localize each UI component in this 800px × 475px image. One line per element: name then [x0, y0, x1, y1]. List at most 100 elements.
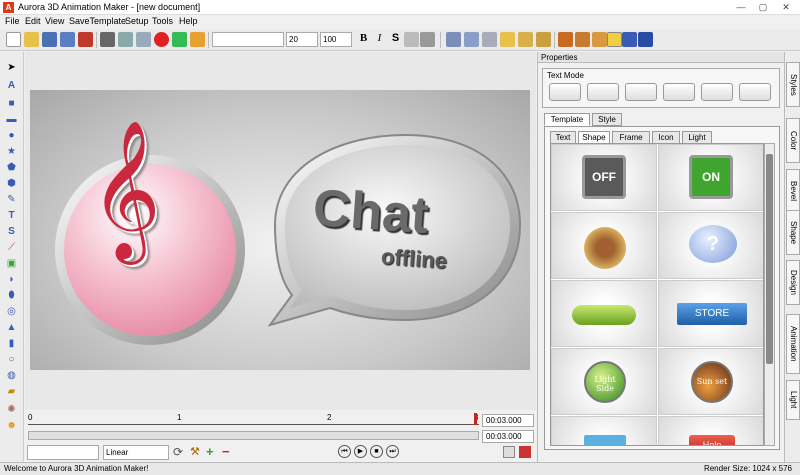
new-file-icon[interactable] — [6, 32, 21, 47]
underline-button[interactable]: S — [388, 32, 403, 47]
package-icon[interactable] — [536, 32, 551, 47]
line-icon[interactable]: ⟋ — [5, 242, 18, 253]
box-icon[interactable] — [518, 32, 533, 47]
text-mode-4[interactable] — [663, 83, 695, 101]
minimize-button[interactable]: — — [730, 1, 752, 13]
cut-icon[interactable] — [100, 32, 115, 47]
cube-side-icon[interactable] — [464, 32, 479, 47]
column-icon[interactable]: ▮ — [5, 338, 18, 349]
template-scrollbar[interactable] — [764, 143, 775, 446]
close-button[interactable]: ✕ — [775, 1, 797, 13]
template-thumb[interactable]: STORE — [658, 280, 763, 347]
text-mode-3[interactable] — [625, 83, 657, 101]
image-icon[interactable]: ▣ — [5, 258, 18, 269]
font-select[interactable] — [212, 32, 284, 47]
menu-setup[interactable]: Setup — [125, 16, 149, 26]
edit-pencil-icon[interactable] — [190, 32, 205, 47]
effect-icon[interactable]: ▰ — [5, 386, 18, 397]
menu-edit[interactable]: Edit — [25, 16, 41, 26]
bold-button[interactable]: B — [356, 32, 371, 47]
cube-gold-icon[interactable] — [500, 32, 515, 47]
smile-icon[interactable]: ☻ — [5, 420, 18, 431]
template-thumb[interactable]: Sun set — [658, 348, 763, 415]
text-mode-5[interactable] — [701, 83, 733, 101]
torus-icon[interactable]: ◎ — [5, 306, 18, 317]
template-thumb[interactable] — [551, 212, 657, 279]
open-folder-icon[interactable] — [24, 32, 39, 47]
font-size-select[interactable]: 20 — [286, 32, 318, 47]
side-tab-styles[interactable]: Styles — [786, 62, 800, 107]
menu-savetemplate[interactable]: SaveTemplate — [69, 16, 126, 26]
timeline-scrollbar[interactable] — [28, 431, 479, 440]
scroll-thumb[interactable] — [766, 154, 773, 364]
side-tab-animation[interactable]: Animation — [786, 314, 800, 374]
ring-icon[interactable]: ○ — [5, 354, 18, 365]
render-canvas[interactable]: 𝄞 Chat offline — [30, 90, 530, 370]
save-icon[interactable] — [42, 32, 57, 47]
add-keyframe-icon[interactable]: + — [206, 444, 214, 459]
tab-style[interactable]: Style — [592, 113, 622, 126]
text-t-tool-icon[interactable]: T — [5, 210, 18, 221]
rectangle-icon[interactable]: ■ — [5, 98, 18, 109]
star-icon[interactable]: ★ — [5, 146, 18, 157]
side-tab-shape[interactable]: Shape — [786, 210, 800, 255]
menu-help[interactable]: Help — [179, 16, 198, 26]
template-thumb[interactable]: Help — [658, 416, 763, 445]
menu-tools[interactable]: Tools — [152, 16, 173, 26]
playhead-marker[interactable] — [474, 413, 477, 425]
template-thumb[interactable]: ? — [658, 212, 763, 279]
template-thumb[interactable]: Light Side — [551, 348, 657, 415]
hammer-icon[interactable]: ⚒ — [190, 445, 200, 458]
menu-view[interactable]: View — [45, 16, 64, 26]
text-mode-6[interactable] — [739, 83, 771, 101]
export-video-icon[interactable] — [519, 446, 531, 458]
cube-top-icon[interactable] — [482, 32, 497, 47]
polygon-icon[interactable]: ⬟ — [5, 162, 18, 173]
template-thumb[interactable]: OFF — [551, 144, 657, 211]
text-t2-icon[interactable] — [575, 32, 590, 47]
check-icon[interactable] — [172, 32, 187, 47]
paste-icon[interactable] — [136, 32, 151, 47]
play-icon[interactable]: ▶ — [354, 445, 367, 458]
pen-icon[interactable]: ✎ — [5, 194, 18, 205]
template-thumb[interactable] — [551, 280, 657, 347]
text-mode-1[interactable] — [549, 83, 581, 101]
cube-front-icon[interactable] — [446, 32, 461, 47]
text-tool-icon[interactable]: A — [5, 80, 18, 91]
particle-icon[interactable]: ✺ — [5, 404, 18, 415]
treble-clef-icon[interactable]: 𝄞 — [90, 120, 161, 260]
highlight-icon[interactable] — [607, 32, 622, 47]
cylinder-icon[interactable]: ⬮ — [5, 290, 18, 301]
forward-icon[interactable]: ⏭ — [386, 445, 399, 458]
text-s-tool-icon[interactable]: S — [5, 226, 18, 237]
shape-icon[interactable]: ⬢ — [5, 178, 18, 189]
select-arrow-icon[interactable]: ➤ — [5, 62, 18, 73]
remove-keyframe-icon[interactable]: − — [222, 444, 230, 459]
interpolation-select[interactable]: Linear — [103, 445, 169, 460]
side-tab-color[interactable]: Color — [786, 118, 800, 163]
side-tab-bevel[interactable]: Bevel — [786, 169, 800, 214]
text-box-icon[interactable] — [592, 32, 607, 47]
side-tab-light[interactable]: Light — [786, 380, 800, 420]
circle-icon[interactable]: ● — [5, 130, 18, 141]
loop-icon[interactable] — [503, 446, 515, 458]
maximize-button[interactable]: ▢ — [752, 1, 774, 13]
total-time-field[interactable]: 00:03.000 — [482, 430, 534, 443]
delete-icon[interactable] — [154, 32, 169, 47]
align-icon[interactable] — [622, 32, 637, 47]
template-thumb[interactable]: ON — [658, 144, 763, 211]
save-as-icon[interactable] — [60, 32, 75, 47]
template-thumb[interactable] — [551, 416, 657, 445]
chat-title[interactable]: Chat — [311, 178, 430, 246]
object-select[interactable] — [27, 445, 99, 460]
menu-file[interactable]: File — [5, 16, 20, 26]
strike-icon[interactable] — [404, 32, 419, 47]
tab-template[interactable]: Template — [544, 113, 590, 126]
export-icon[interactable] — [78, 32, 93, 47]
italic-button[interactable]: I — [372, 32, 387, 47]
sphere-icon[interactable]: ◍ — [5, 370, 18, 381]
text-mode-2[interactable] — [587, 83, 619, 101]
side-tab-design[interactable]: Design — [786, 260, 800, 305]
text-t-icon[interactable] — [558, 32, 573, 47]
current-time-field[interactable]: 00:03.000 — [482, 414, 534, 427]
